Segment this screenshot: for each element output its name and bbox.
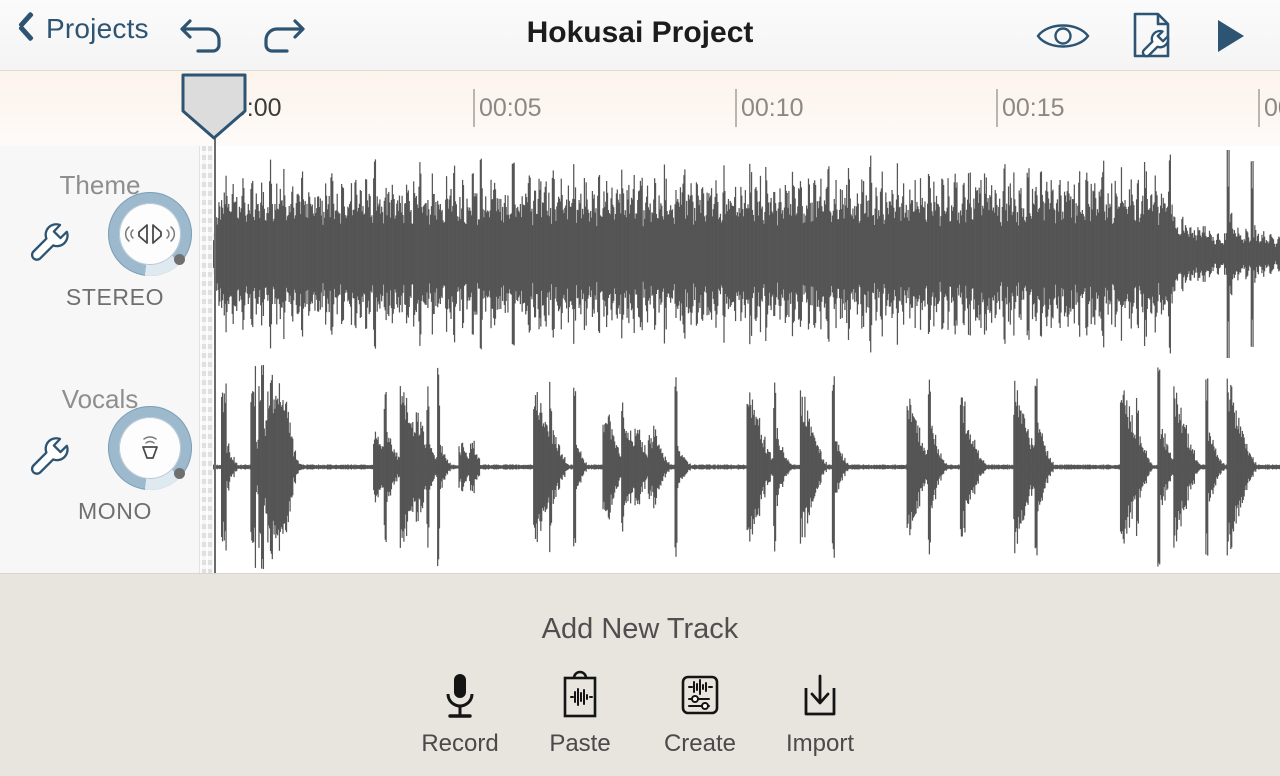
top-toolbar: Projects Hokusai Project [0, 0, 1280, 71]
import-label: Import [786, 730, 854, 758]
track-panel-resize-grip[interactable] [200, 146, 213, 573]
play-triangle-icon [1208, 16, 1252, 56]
record-button[interactable]: Record [400, 668, 520, 758]
waveform-vocals-svg [213, 361, 1280, 573]
microphone-icon [437, 668, 483, 724]
import-button[interactable]: Import [760, 668, 880, 758]
ruler-tick: 00:05 [473, 89, 542, 127]
add-track-panel: Add New Track Record [0, 573, 1280, 776]
wrench-icon [24, 432, 74, 482]
waveform-track-theme[interactable] [213, 146, 1280, 361]
add-new-track-title: Add New Track [0, 613, 1280, 646]
waveform-track-vocals[interactable] [213, 361, 1280, 573]
ruler-tick: 00:15 [996, 89, 1065, 127]
track-settings-button-vocals[interactable] [24, 432, 74, 487]
paste-button[interactable]: Paste [520, 668, 640, 758]
track-mode-label-vocals: MONO [0, 498, 200, 525]
track-mode-knob-vocals[interactable] [108, 406, 192, 490]
waveform-theme-svg [213, 146, 1280, 361]
play-button[interactable] [1208, 16, 1252, 56]
track-settings-button-theme[interactable] [24, 218, 74, 273]
document-wrench-icon [1118, 6, 1182, 66]
knob-indicator-dot [174, 254, 185, 265]
knob-inner [119, 203, 181, 265]
add-track-tools: Record Paste [0, 668, 1280, 758]
ruler-tick: 00:10 [735, 89, 804, 127]
playhead-line [214, 98, 216, 573]
track-mode-knob-theme[interactable] [108, 192, 192, 276]
record-label: Record [421, 730, 498, 758]
playhead-handle[interactable] [180, 71, 248, 141]
create-label: Create [664, 730, 736, 758]
stereo-speakers-icon [124, 219, 176, 249]
clipboard-waveform-icon [557, 668, 603, 724]
knob-indicator-dot [174, 468, 185, 479]
knob-inner [119, 417, 181, 479]
waveform-area[interactable] [213, 146, 1280, 573]
track-controls-sidebar: Theme [0, 146, 200, 573]
preview-button[interactable] [1032, 14, 1094, 58]
track-mode-label-theme: STEREO [0, 284, 200, 311]
download-tray-icon [797, 668, 843, 724]
playhead-handle-icon [180, 71, 248, 141]
ruler-tick: 00:20 [1258, 89, 1280, 127]
hokusai-audio-editor: Projects Hokusai Project [0, 0, 1280, 776]
track-control-theme: Theme [0, 170, 200, 207]
wrench-icon [24, 218, 74, 268]
paste-label: Paste [549, 730, 610, 758]
mono-speaker-icon [130, 431, 170, 465]
track-control-vocals: Vocals MONO [0, 384, 200, 421]
document-settings-button[interactable] [1118, 6, 1182, 66]
eye-icon [1032, 14, 1094, 58]
create-button[interactable]: Create [640, 668, 760, 758]
mixer-sliders-icon [676, 668, 724, 724]
